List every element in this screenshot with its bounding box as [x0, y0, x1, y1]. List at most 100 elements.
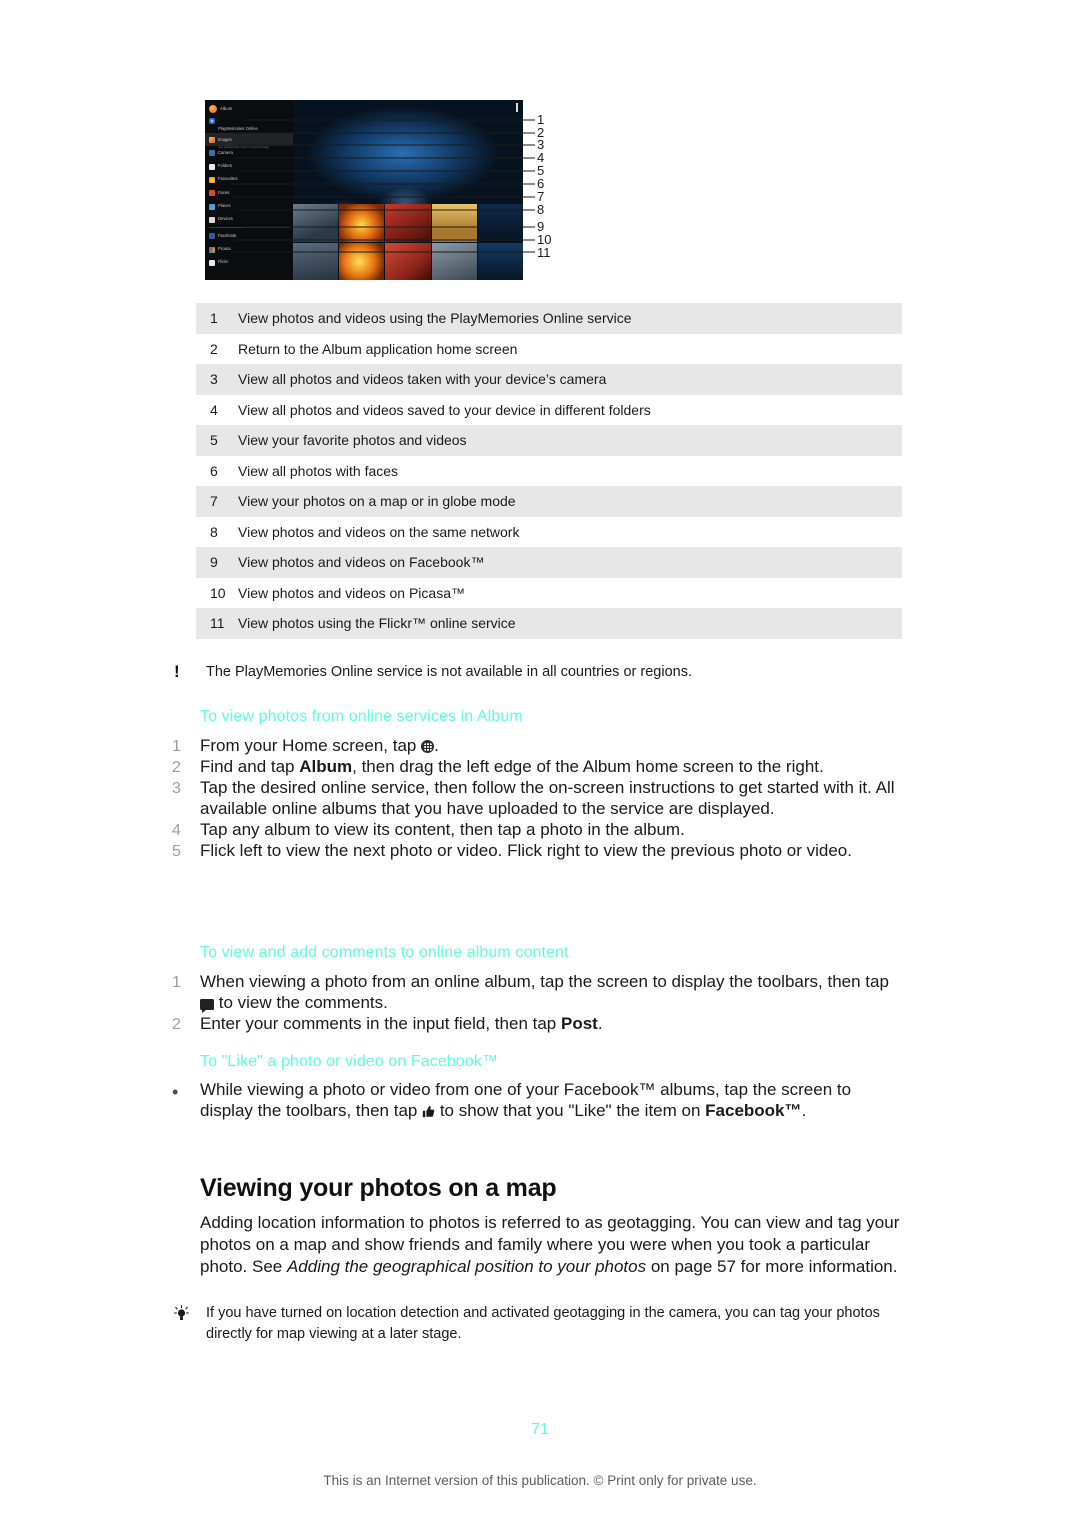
folder-icon	[209, 163, 215, 170]
legend-number: 9	[210, 554, 218, 571]
step-text: Find and tap Album, then drag the left e…	[200, 757, 902, 778]
bullet-marker: •	[172, 1082, 179, 1102]
photo-thumbnail	[339, 204, 385, 242]
drawer-item-playmemories[interactable]: PlayMemories Online Get started with Son…	[205, 115, 293, 149]
page-number: 71	[531, 1421, 549, 1438]
drawer-divider	[209, 227, 289, 229]
step-text-suffix: , then drag the left edge of the Album h…	[352, 756, 824, 776]
drawer-item-label: Camera	[218, 149, 233, 155]
drawer-item-label: Images	[218, 136, 232, 142]
legend-text: View your favorite photos and videos	[238, 432, 467, 449]
footer-notice: This is an Internet version of this publ…	[323, 1473, 757, 1488]
section-heading-online-services: To view photos from online services in A…	[200, 708, 523, 725]
callout-number: 11	[537, 245, 551, 260]
step-number: 3	[172, 779, 181, 797]
photo-thumbnail	[385, 204, 431, 242]
legend-number: 3	[210, 371, 218, 388]
steps-online-services: 1 From your Home screen, tap . 2 Find an…	[172, 736, 902, 861]
step-text: From your Home screen, tap .	[200, 736, 902, 757]
table-row: 7 View your photos on a map or in globe …	[196, 486, 902, 517]
list-item: 2 Enter your comments in the input field…	[172, 1014, 902, 1035]
camera-icon	[209, 150, 215, 157]
callout-legend-table: 1 View photos and videos using the PlayM…	[196, 303, 902, 639]
drawer-item-faces[interactable]: Faces	[205, 186, 293, 199]
apps-grid-icon	[421, 740, 435, 753]
photo-thumbnail	[293, 242, 339, 280]
photo-thumbnail	[385, 242, 431, 280]
drawer-item-label: PlayMemories Online	[218, 126, 258, 131]
document-page: Album PlayMemories Online Get started wi…	[0, 0, 1080, 1527]
drawer-item-devices[interactable]: Devices	[205, 213, 293, 226]
step-text-prefix: From your Home screen, tap	[200, 736, 422, 755]
legend-number: 7	[210, 493, 218, 510]
step-text-bold: Album	[299, 756, 353, 776]
legend-text: View all photos with faces	[238, 462, 399, 479]
step-text: Flick left to view the next photo or vid…	[200, 840, 852, 860]
table-row: 2 Return to the Album application home s…	[196, 333, 902, 364]
step-text-suffix: .	[801, 1100, 807, 1120]
list-item: • While viewing a photo or video from on…	[172, 1080, 902, 1122]
drawer-item-label: Folders	[218, 163, 232, 169]
legend-number: 4	[210, 401, 218, 418]
section-heading-like: To "Like" a photo or video on Facebook™	[200, 1053, 499, 1070]
drawer-item-places[interactable]: Places	[205, 199, 293, 212]
step-text: Tap the desired online service, then fol…	[200, 777, 895, 818]
callout-number: 8	[537, 202, 545, 217]
step-text: Tap any album to view its content, then …	[200, 819, 685, 839]
legend-text: View photos and videos on Picasa™	[238, 584, 465, 601]
playmemories-icon	[209, 118, 215, 124]
legend-text: Return to the Album application home scr…	[238, 340, 518, 357]
photo-thumbnail-grid	[293, 204, 523, 280]
thumbs-up-icon	[422, 1105, 435, 1118]
list-item: 2 Find and tap Album, then drag the left…	[172, 757, 902, 778]
photo-thumbnail	[431, 204, 477, 242]
step-text-prefix: Enter your comments in the input field, …	[200, 1013, 561, 1033]
legend-text: View photos using the Flickr™ online ser…	[238, 615, 516, 632]
steps-comments: 1 When viewing a photo from an online al…	[172, 972, 902, 1035]
images-icon	[209, 137, 215, 144]
step-text-bold: Post	[560, 1013, 598, 1033]
drawer-item-label: Faces	[218, 189, 230, 195]
step-text-prefix: Find and tap	[200, 756, 300, 776]
step-text: While viewing a photo or video from one …	[200, 1080, 902, 1122]
table-row: 1 View photos and videos using the PlayM…	[196, 303, 902, 334]
legend-number: 10	[210, 584, 226, 601]
table-row: 5 View your favorite photos and videos	[196, 425, 902, 456]
paragraph-cross-reference: Adding the geographical position to your…	[286, 1256, 647, 1276]
flickr-icon	[209, 259, 215, 266]
warning-note: ! The PlayMemories Online service is not…	[174, 662, 904, 683]
step-number: 2	[172, 758, 181, 776]
photo-thumbnail	[339, 242, 385, 280]
tip-note-text: If you have turned on location detection…	[206, 1305, 880, 1343]
drawer-app-title: Album	[205, 100, 293, 115]
album-app-screenshot: Album PlayMemories Online Get started wi…	[205, 100, 523, 280]
legend-number: 11	[210, 615, 225, 632]
legend-number: 2	[210, 340, 218, 357]
drawer-item-facebook[interactable]: Facebook	[205, 229, 293, 242]
drawer-item-camera[interactable]: Camera	[205, 146, 293, 159]
photo-thumbnail	[477, 204, 523, 242]
warning-note-text: The PlayMemories Online service is not a…	[206, 664, 692, 680]
photo-thumbnail	[431, 242, 477, 280]
legend-number: 6	[210, 462, 218, 479]
list-item: 1 From your Home screen, tap .	[172, 736, 902, 757]
drawer-item-flickr[interactable]: Flickr	[205, 256, 293, 269]
list-item: 5 Flick left to view the next photo or v…	[172, 841, 902, 862]
drawer-item-picasa[interactable]: Picasa	[205, 242, 293, 255]
legend-text: View your photos on a map or in globe mo…	[238, 493, 516, 510]
legend-number: 8	[210, 523, 218, 540]
section-heading-comments: To view and add comments to online album…	[200, 944, 569, 961]
step-number: 4	[172, 821, 181, 839]
drawer-item-favourites[interactable]: Favourites	[205, 173, 293, 186]
drawer-item-label: Facebook	[218, 232, 237, 238]
paragraph-part-2: on page 57 for more information.	[646, 1256, 898, 1276]
drawer-item-folders[interactable]: Folders	[205, 160, 293, 173]
drawer-item-images[interactable]: Images	[205, 133, 293, 147]
comment-icon	[200, 998, 214, 1013]
table-row: 11 View photos using the Flickr™ online …	[196, 608, 902, 639]
table-row: 3 View all photos and videos taken with …	[196, 364, 902, 395]
step-text-bold: Facebook™	[705, 1100, 802, 1120]
step-text-suffix: .	[434, 736, 439, 755]
devices-icon	[209, 216, 215, 223]
step-text-suffix: .	[597, 1013, 603, 1033]
